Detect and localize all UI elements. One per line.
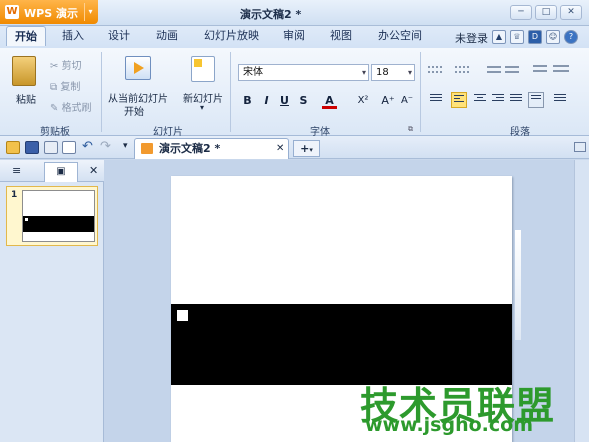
- format-painter-label: 格式刷: [61, 103, 92, 114]
- font-dialog-launcher-icon[interactable]: ⧉: [408, 125, 413, 134]
- font-name-value: 宋体: [243, 67, 263, 78]
- watermark-url: www.jsgho.com: [365, 414, 533, 436]
- plus-icon: +: [300, 142, 310, 155]
- align-center-button[interactable]: [472, 92, 488, 108]
- slides-tab[interactable]: ▣: [44, 162, 78, 182]
- ribbon-separator: [420, 52, 421, 132]
- shrink-font-button[interactable]: A⁻: [398, 92, 416, 109]
- customize-toolbar-icon[interactable]: ▾: [123, 141, 128, 151]
- tab-animation[interactable]: 动画: [148, 26, 186, 46]
- document-tab[interactable]: 演示文稿2 * ✕: [134, 138, 289, 159]
- slide-thumbnail[interactable]: [22, 190, 95, 242]
- new-slide-icon[interactable]: [191, 56, 215, 82]
- new-slide-dropdown-icon[interactable]: ▾: [200, 103, 204, 112]
- grow-font-button[interactable]: A⁺: [379, 92, 397, 109]
- user-icon[interactable]: ☺: [546, 30, 560, 44]
- tab-insert[interactable]: 插入: [54, 26, 92, 46]
- ribbon-separator: [230, 52, 231, 132]
- minimize-button[interactable]: ─: [510, 5, 532, 20]
- distribute-icon[interactable]: [428, 92, 444, 108]
- undo-icon[interactable]: ↶: [82, 139, 93, 154]
- justify-button[interactable]: [508, 92, 524, 108]
- tab-office-space[interactable]: 办公空间: [370, 26, 430, 46]
- font-name-select[interactable]: 宋体 ▾: [238, 64, 369, 81]
- font-color-button[interactable]: A: [322, 92, 337, 109]
- close-button[interactable]: ✕: [560, 5, 582, 20]
- print-preview-icon[interactable]: [62, 141, 76, 154]
- cut-label: 剪切: [61, 61, 82, 72]
- from-current-label-2[interactable]: 开始: [124, 103, 144, 118]
- vertical-align-icon[interactable]: [552, 92, 568, 108]
- presentation-file-icon: [141, 143, 153, 154]
- chevron-down-icon: ▾: [407, 68, 412, 77]
- chevron-down-icon: ▾: [309, 146, 313, 154]
- numbered-list-icon[interactable]: [455, 65, 469, 77]
- chevron-down-icon[interactable]: ▾: [84, 3, 96, 21]
- font-size-select[interactable]: 18 ▾: [371, 64, 415, 81]
- strikethrough-button[interactable]: S: [296, 92, 311, 109]
- underline-button[interactable]: U: [277, 92, 292, 109]
- help-icon[interactable]: ?: [564, 30, 578, 44]
- chevron-down-icon: ▾: [361, 68, 366, 77]
- slide-shadow: [515, 230, 521, 340]
- save-icon[interactable]: [25, 141, 39, 154]
- app-menu-button[interactable]: W WPS 演示 ▾: [0, 0, 98, 24]
- wps-logo-icon: W: [5, 5, 19, 19]
- close-tab-icon[interactable]: ✕: [276, 139, 284, 159]
- new-tab-button[interactable]: +▾: [293, 140, 320, 157]
- slideshow-from-current-icon[interactable]: [125, 56, 151, 80]
- align-right-button[interactable]: [490, 92, 506, 108]
- slide-number: 1: [11, 190, 18, 200]
- thumbnail-white-square: [25, 218, 28, 221]
- copy-icon: ⧉: [50, 82, 61, 93]
- cut-button[interactable]: ✂ 剪切: [50, 57, 82, 72]
- paste-label[interactable]: 粘贴: [16, 91, 36, 106]
- white-square-shape[interactable]: [177, 310, 188, 321]
- format-painter-button[interactable]: ✎ 格式刷: [50, 99, 92, 114]
- document-icon[interactable]: D: [528, 30, 542, 44]
- decrease-indent-icon[interactable]: [487, 65, 501, 77]
- italic-button[interactable]: I: [259, 92, 274, 109]
- thumbnail-black-band: [23, 216, 94, 232]
- print-icon[interactable]: [44, 141, 58, 154]
- outline-tab[interactable]: ≡: [12, 164, 21, 177]
- close-panel-icon[interactable]: ✕: [89, 164, 98, 177]
- window-list-icon[interactable]: [574, 142, 586, 152]
- tab-slideshow[interactable]: 幻灯片放映: [196, 26, 267, 46]
- black-rectangle-shape[interactable]: [171, 304, 512, 385]
- login-link[interactable]: 未登录: [455, 30, 488, 46]
- bold-button[interactable]: B: [240, 92, 255, 109]
- scissors-icon: ✂: [50, 61, 62, 72]
- redo-icon[interactable]: ↷: [100, 139, 111, 154]
- brush-icon: ✎: [50, 103, 62, 114]
- open-icon[interactable]: [6, 141, 20, 154]
- restore-button[interactable]: □: [535, 5, 557, 20]
- ribbon-separator: [101, 52, 102, 132]
- copy-label: 复制: [60, 82, 81, 93]
- tab-design[interactable]: 设计: [100, 26, 138, 46]
- superscript-button[interactable]: X²: [352, 92, 374, 109]
- app-menu-label: WPS 演示: [24, 7, 78, 20]
- tab-review[interactable]: 审阅: [275, 26, 313, 46]
- columns-icon[interactable]: [553, 63, 569, 77]
- align-left-button[interactable]: [451, 92, 467, 108]
- paste-icon[interactable]: [12, 56, 36, 86]
- tab-view[interactable]: 视图: [322, 26, 360, 46]
- font-size-value: 18: [376, 67, 389, 78]
- vertical-scrollbar[interactable]: [574, 160, 589, 442]
- collapse-ribbon-icon[interactable]: ▲: [492, 30, 506, 44]
- text-direction-icon[interactable]: [528, 92, 544, 108]
- document-tab-label: 演示文稿2 *: [159, 142, 221, 155]
- increase-indent-icon[interactable]: [505, 65, 519, 77]
- skin-icon[interactable]: ♕: [510, 30, 524, 44]
- window-title: 演示文稿2 *: [240, 8, 302, 21]
- tab-home[interactable]: 开始: [6, 26, 46, 46]
- line-spacing-icon[interactable]: [533, 63, 547, 77]
- bullet-list-icon[interactable]: [428, 65, 442, 77]
- copy-button[interactable]: ⧉ 复制: [50, 78, 80, 93]
